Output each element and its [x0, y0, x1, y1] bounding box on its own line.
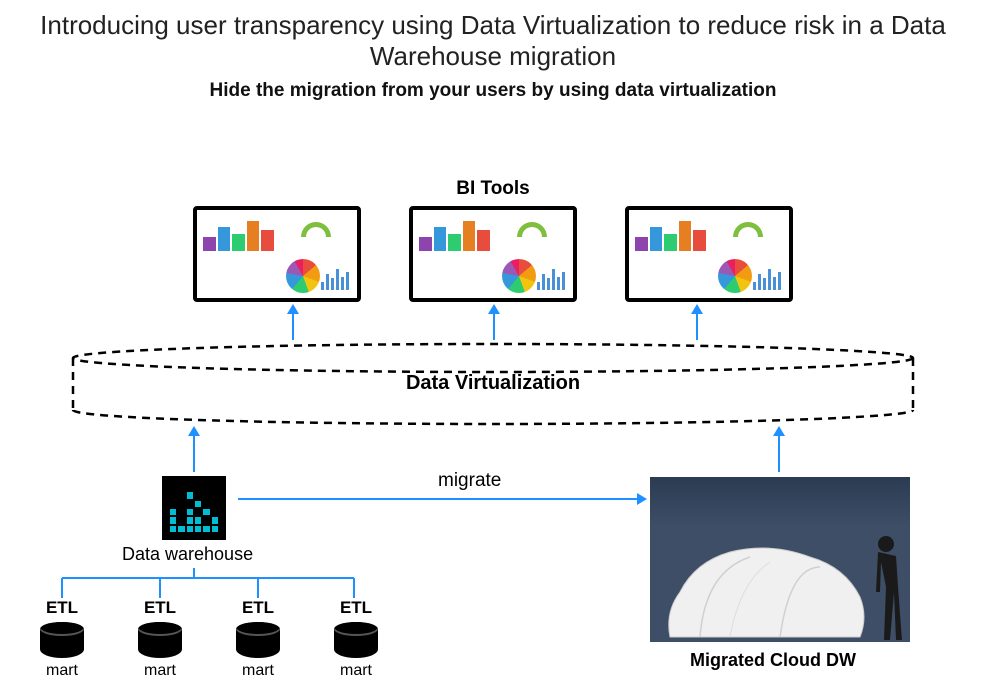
mart-label: mart: [242, 662, 274, 680]
arrow-up-icon: [493, 312, 495, 340]
pie-chart-icon: [718, 259, 752, 293]
data-warehouse-label: Data warehouse: [122, 544, 253, 565]
mart-label: mart: [340, 662, 372, 680]
etl-row: ETL mart ETL mart ETL mart ETL mart: [30, 598, 388, 680]
arrow-up-icon: [292, 312, 294, 340]
bi-tools-label: BI Tools: [0, 178, 986, 200]
migrated-cloud-dw-label: Migrated Cloud DW: [690, 650, 856, 671]
etl-mart-4: ETL mart: [324, 598, 388, 680]
bi-dashboard-1: [193, 206, 361, 302]
bi-dashboard-3: [625, 206, 793, 302]
covered-car-icon: [660, 522, 870, 642]
migrated-cloud-dw-image: [650, 477, 910, 642]
etl-label: ETL: [144, 598, 176, 618]
etl-mart-3: ETL mart: [226, 598, 290, 680]
etl-label: ETL: [242, 598, 274, 618]
pie-chart-icon: [286, 259, 320, 293]
gauge-icon: [517, 222, 547, 237]
data-warehouse-icon: [162, 476, 226, 540]
arrow-up-icon: [193, 434, 195, 472]
database-icon: [40, 622, 84, 658]
etl-label: ETL: [340, 598, 372, 618]
tree-connector: [52, 568, 392, 600]
etl-mart-2: ETL mart: [128, 598, 192, 680]
arrow-up-icon: [696, 312, 698, 340]
database-icon: [334, 622, 378, 658]
pie-chart-icon: [502, 259, 536, 293]
mart-label: mart: [144, 662, 176, 680]
mart-label: mart: [46, 662, 78, 680]
gauge-icon: [301, 222, 331, 237]
gauge-icon: [733, 222, 763, 237]
bi-tools-row: [0, 206, 986, 302]
arrow-right-icon: [238, 498, 638, 500]
migrate-label: migrate: [438, 470, 501, 492]
bi-dashboard-2: [409, 206, 577, 302]
diagram-title: Introducing user transparency using Data…: [0, 0, 986, 72]
diagram-subtitle: Hide the migration from your users by us…: [0, 80, 986, 102]
etl-label: ETL: [46, 598, 78, 618]
database-icon: [236, 622, 280, 658]
etl-mart-1: ETL mart: [30, 598, 94, 680]
person-icon: [864, 532, 904, 642]
data-virtualization-label: Data Virtualization: [0, 372, 986, 395]
database-icon: [138, 622, 182, 658]
arrow-up-icon: [778, 434, 780, 472]
